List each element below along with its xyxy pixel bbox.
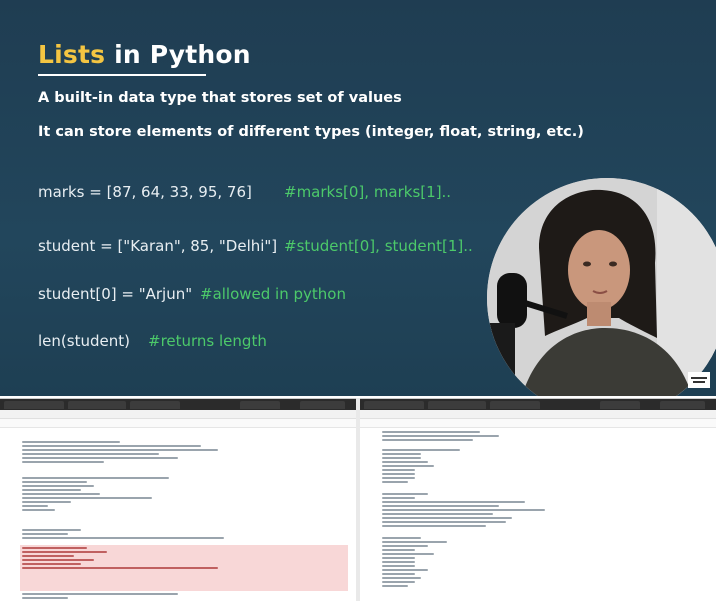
browser-tab[interactable]: [428, 401, 486, 409]
code-cell[interactable]: [20, 475, 348, 513]
slide-subtitle-2: It can store elements of different types…: [38, 124, 584, 140]
browser-tab[interactable]: [68, 401, 126, 409]
example-code-2: student = ["Karan", 85, "Delhi"]: [38, 237, 278, 255]
code-cell[interactable]: [20, 439, 348, 465]
browser-tab[interactable]: [130, 401, 180, 409]
notebook-screenshot-right: [360, 398, 716, 602]
browser-tab-bar: [360, 399, 716, 410]
code-cell[interactable]: [380, 491, 708, 529]
code-cell[interactable]: [20, 591, 348, 601]
slide-title-rest: in Python: [105, 40, 251, 69]
example-code-1: marks = [87, 64, 33, 95, 76]: [38, 183, 252, 201]
browser-tab[interactable]: [300, 401, 345, 409]
error-output: [20, 545, 348, 591]
presenter-illustration: [487, 178, 716, 396]
browser-tab-bar: [0, 399, 356, 410]
notebook-header: [0, 410, 356, 419]
slide-title-accent: Lists: [38, 40, 106, 69]
example-code-3: student[0] = "Arjun": [38, 285, 193, 303]
code-cell[interactable]: [380, 535, 708, 589]
code-cell[interactable]: [20, 527, 348, 541]
example-code-4: len(student): [38, 332, 130, 350]
notebook-header: [360, 410, 716, 419]
browser-tab[interactable]: [364, 401, 424, 409]
slide-title: Lists in Python: [38, 40, 251, 69]
browser-tab[interactable]: [600, 401, 640, 409]
lecture-slide: Lists in Python A built-in data type tha…: [0, 0, 716, 396]
presenter-video: [487, 178, 716, 396]
slide-subtitle-1: A built-in data type that stores set of …: [38, 90, 402, 106]
title-underline: [38, 74, 206, 76]
example-comment-1: #marks[0], marks[1]..: [284, 183, 452, 201]
logo-mark-icon: [688, 372, 710, 388]
code-cell[interactable]: [380, 429, 708, 443]
notebook-screenshot-left: [0, 398, 356, 602]
notebook-menu-bar: [360, 419, 716, 428]
notebook-menu-bar: [0, 419, 356, 428]
example-comment-4: #returns length: [148, 332, 267, 350]
browser-tab[interactable]: [660, 401, 705, 409]
example-comment-2: #student[0], student[1]..: [284, 237, 473, 255]
example-comment-3: #allowed in python: [200, 285, 346, 303]
browser-tab[interactable]: [490, 401, 540, 409]
code-cell[interactable]: [380, 447, 708, 485]
channel-logo: [688, 372, 710, 388]
browser-tab[interactable]: [240, 401, 280, 409]
browser-tab[interactable]: [4, 401, 64, 409]
